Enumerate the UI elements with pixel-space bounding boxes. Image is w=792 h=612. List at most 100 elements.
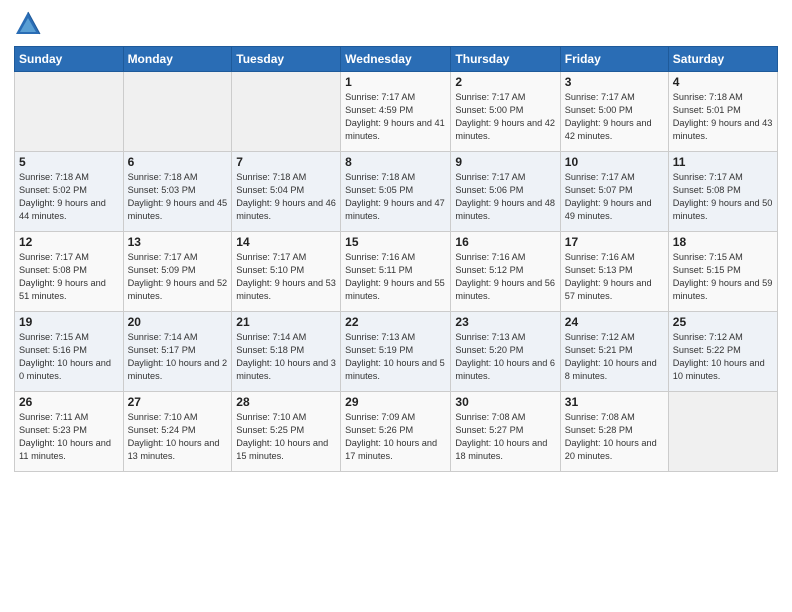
calendar-day-cell: 20Sunrise: 7:14 AM Sunset: 5:17 PM Dayli… [123, 312, 232, 392]
day-info: Sunrise: 7:10 AM Sunset: 5:24 PM Dayligh… [128, 411, 228, 463]
calendar-day-cell: 22 Sunrise: 7:13 AM Sunset: 5:19 PM Dayli… [341, 312, 451, 392]
calendar-day-cell: 16Sunrise: 7:16 AM Sunset: 5:12 PM Dayli… [451, 232, 560, 312]
day-number: 29 [345, 395, 446, 409]
calendar-day-cell: 6 Sunrise: 7:18 AM Sunset: 5:03 PM Daylig… [123, 152, 232, 232]
day-info: Sunrise: 7:17 AM Sunset: 5:07 PM Dayligh… [565, 171, 664, 223]
day-info: Sunrise: 7:17 AM Sunset: 5:00 PM Dayligh… [565, 91, 664, 143]
calendar-day-cell: 21 Sunrise: 7:14 AM Sunset: 5:18 PM Dayli… [232, 312, 341, 392]
calendar-day-cell: 15 Sunrise: 7:16 AM Sunset: 5:11 PM Dayli… [341, 232, 451, 312]
calendar-day-cell: 17Sunrise: 7:16 AM Sunset: 5:13 PM Dayli… [560, 232, 668, 312]
calendar-day-cell: 2 Sunrise: 7:17 AM Sunset: 5:00 PM Daylig… [451, 72, 560, 152]
day-number: 12 [19, 235, 119, 249]
calendar-day-cell [15, 72, 124, 152]
day-number: 19 [19, 315, 119, 329]
day-info: Sunrise: 7:08 AM Sunset: 5:27 PM Dayligh… [455, 411, 555, 463]
day-info: Sunrise: 7:16 AM Sunset: 5:11 PM Dayligh… [345, 251, 446, 303]
day-info: Sunrise: 7:18 AM Sunset: 5:01 PM Dayligh… [673, 91, 773, 143]
day-info: Sunrise: 7:18 AM Sunset: 5:04 PM Dayligh… [236, 171, 336, 223]
day-number: 21 [236, 315, 336, 329]
day-info: Sunrise: 7:13 AM Sunset: 5:19 PM Dayligh… [345, 331, 446, 383]
calendar-day-cell: 24Sunrise: 7:12 AM Sunset: 5:21 PM Dayli… [560, 312, 668, 392]
day-info: Sunrise: 7:15 AM Sunset: 5:16 PM Dayligh… [19, 331, 119, 383]
day-number: 22 [345, 315, 446, 329]
day-number: 4 [673, 75, 773, 89]
weekday-header-sunday: Sunday [15, 47, 124, 72]
calendar-day-cell: 7 Sunrise: 7:18 AM Sunset: 5:04 PM Daylig… [232, 152, 341, 232]
calendar-day-cell: 25 Sunrise: 7:12 AM Sunset: 5:22 PM Dayli… [668, 312, 777, 392]
day-info: Sunrise: 7:14 AM Sunset: 5:18 PM Dayligh… [236, 331, 336, 383]
day-info: Sunrise: 7:13 AM Sunset: 5:20 PM Dayligh… [455, 331, 555, 383]
calendar-table: SundayMondayTuesdayWednesdayThursdayFrid… [14, 46, 778, 472]
day-info: Sunrise: 7:16 AM Sunset: 5:12 PM Dayligh… [455, 251, 555, 303]
day-info: Sunrise: 7:17 AM Sunset: 4:59 PM Dayligh… [345, 91, 446, 143]
day-number: 27 [128, 395, 228, 409]
calendar-day-cell: 23 Sunrise: 7:13 AM Sunset: 5:20 PM Dayli… [451, 312, 560, 392]
day-info: Sunrise: 7:17 AM Sunset: 5:06 PM Dayligh… [455, 171, 555, 223]
day-number: 11 [673, 155, 773, 169]
day-number: 25 [673, 315, 773, 329]
calendar-day-cell: 4 Sunrise: 7:18 AM Sunset: 5:01 PM Daylig… [668, 72, 777, 152]
day-info: Sunrise: 7:17 AM Sunset: 5:08 PM Dayligh… [19, 251, 119, 303]
day-info: Sunrise: 7:11 AM Sunset: 5:23 PM Dayligh… [19, 411, 119, 463]
calendar-day-cell: 1 Sunrise: 7:17 AM Sunset: 4:59 PM Daylig… [341, 72, 451, 152]
day-info: Sunrise: 7:15 AM Sunset: 5:15 PM Dayligh… [673, 251, 773, 303]
calendar-day-cell: 31 Sunrise: 7:08 AM Sunset: 5:28 PM Dayli… [560, 392, 668, 472]
weekday-header-wednesday: Wednesday [341, 47, 451, 72]
calendar-day-cell: 10 Sunrise: 7:17 AM Sunset: 5:07 PM Dayli… [560, 152, 668, 232]
day-number: 8 [345, 155, 446, 169]
logo-icon [14, 10, 42, 38]
calendar-day-cell: 12 Sunrise: 7:17 AM Sunset: 5:08 PM Dayli… [15, 232, 124, 312]
day-info: Sunrise: 7:18 AM Sunset: 5:02 PM Dayligh… [19, 171, 119, 223]
calendar-day-cell: 27 Sunrise: 7:10 AM Sunset: 5:24 PM Dayli… [123, 392, 232, 472]
calendar-day-cell: 28Sunrise: 7:10 AM Sunset: 5:25 PM Dayli… [232, 392, 341, 472]
day-info: Sunrise: 7:08 AM Sunset: 5:28 PM Dayligh… [565, 411, 664, 463]
day-number: 23 [455, 315, 555, 329]
day-info: Sunrise: 7:18 AM Sunset: 5:05 PM Dayligh… [345, 171, 446, 223]
day-info: Sunrise: 7:17 AM Sunset: 5:08 PM Dayligh… [673, 171, 773, 223]
day-number: 31 [565, 395, 664, 409]
calendar-day-cell: 29 Sunrise: 7:09 AM Sunset: 5:26 PM Dayli… [341, 392, 451, 472]
calendar-week-row: 5 Sunrise: 7:18 AM Sunset: 5:02 PM Daylig… [15, 152, 778, 232]
weekday-header-row: SundayMondayTuesdayWednesdayThursdayFrid… [15, 47, 778, 72]
calendar-day-cell: 3 Sunrise: 7:17 AM Sunset: 5:00 PM Daylig… [560, 72, 668, 152]
day-number: 15 [345, 235, 446, 249]
day-number: 17 [565, 235, 664, 249]
calendar-day-cell: 26 Sunrise: 7:11 AM Sunset: 5:23 PM Dayli… [15, 392, 124, 472]
calendar-week-row: 19 Sunrise: 7:15 AM Sunset: 5:16 PM Dayli… [15, 312, 778, 392]
weekday-header-saturday: Saturday [668, 47, 777, 72]
page-container: SundayMondayTuesdayWednesdayThursdayFrid… [0, 0, 792, 612]
day-info: Sunrise: 7:17 AM Sunset: 5:10 PM Dayligh… [236, 251, 336, 303]
calendar-day-cell: 18Sunrise: 7:15 AM Sunset: 5:15 PM Dayli… [668, 232, 777, 312]
day-info: Sunrise: 7:18 AM Sunset: 5:03 PM Dayligh… [128, 171, 228, 223]
day-number: 5 [19, 155, 119, 169]
calendar-day-cell [668, 392, 777, 472]
day-number: 26 [19, 395, 119, 409]
calendar-week-row: 1 Sunrise: 7:17 AM Sunset: 4:59 PM Daylig… [15, 72, 778, 152]
day-number: 1 [345, 75, 446, 89]
calendar-day-cell [232, 72, 341, 152]
day-number: 13 [128, 235, 228, 249]
day-number: 2 [455, 75, 555, 89]
day-info: Sunrise: 7:12 AM Sunset: 5:22 PM Dayligh… [673, 331, 773, 383]
day-number: 20 [128, 315, 228, 329]
day-info: Sunrise: 7:10 AM Sunset: 5:25 PM Dayligh… [236, 411, 336, 463]
calendar-day-cell: 14 Sunrise: 7:17 AM Sunset: 5:10 PM Dayli… [232, 232, 341, 312]
day-info: Sunrise: 7:17 AM Sunset: 5:00 PM Dayligh… [455, 91, 555, 143]
day-info: Sunrise: 7:09 AM Sunset: 5:26 PM Dayligh… [345, 411, 446, 463]
page-header [14, 10, 778, 38]
day-number: 3 [565, 75, 664, 89]
calendar-day-cell: 30 Sunrise: 7:08 AM Sunset: 5:27 PM Dayli… [451, 392, 560, 472]
calendar-day-cell: 9Sunrise: 7:17 AM Sunset: 5:06 PM Daylig… [451, 152, 560, 232]
day-number: 7 [236, 155, 336, 169]
calendar-day-cell: 8 Sunrise: 7:18 AM Sunset: 5:05 PM Daylig… [341, 152, 451, 232]
calendar-week-row: 12 Sunrise: 7:17 AM Sunset: 5:08 PM Dayli… [15, 232, 778, 312]
weekday-header-thursday: Thursday [451, 47, 560, 72]
day-number: 10 [565, 155, 664, 169]
day-number: 30 [455, 395, 555, 409]
weekday-header-friday: Friday [560, 47, 668, 72]
weekday-header-tuesday: Tuesday [232, 47, 341, 72]
day-number: 14 [236, 235, 336, 249]
day-number: 6 [128, 155, 228, 169]
calendar-day-cell [123, 72, 232, 152]
calendar-day-cell: 5 Sunrise: 7:18 AM Sunset: 5:02 PM Daylig… [15, 152, 124, 232]
